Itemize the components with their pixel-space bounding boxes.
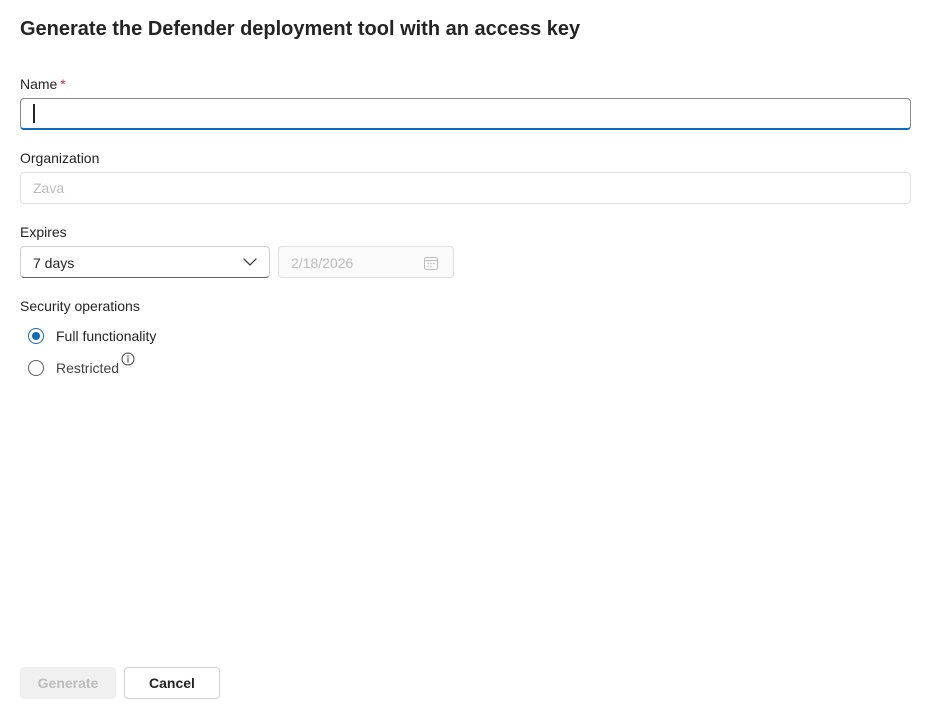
text-caret [33,104,35,123]
expires-dropdown[interactable]: 7 days [20,246,270,278]
dialog-title: Generate the Defender deployment tool wi… [20,18,581,40]
name-label: Name * [20,76,66,92]
expires-date-picker: 2/18/2026 [278,246,454,278]
chevron-down-icon [243,258,257,266]
required-asterisk: * [60,76,66,92]
cancel-button[interactable]: Cancel [124,667,220,699]
generate-access-key-dialog: Generate the Defender deployment tool wi… [0,0,929,721]
radio-restricted[interactable]: Restricted [28,358,119,378]
expires-label: Expires [20,224,67,240]
expires-selected-value: 7 days [33,255,75,271]
radio-label-restricted: Restricted [56,360,120,376]
security-operations-label: Security operations [20,298,140,314]
generate-button[interactable]: Generate [20,667,116,699]
radio-button-checked[interactable] [28,328,44,344]
radio-label-full-functionality: Full functionality [56,328,157,344]
organization-input [20,172,911,204]
info-icon[interactable] [121,352,135,366]
calendar-icon [424,257,438,270]
radio-full-functionality[interactable]: Full functionality [28,326,156,346]
radio-button-unchecked[interactable] [28,360,44,376]
organization-label: Organization [20,150,100,166]
name-label-text: Name [20,76,58,92]
expires-date-value: 2/18/2026 [291,255,354,271]
name-input[interactable] [20,98,911,130]
